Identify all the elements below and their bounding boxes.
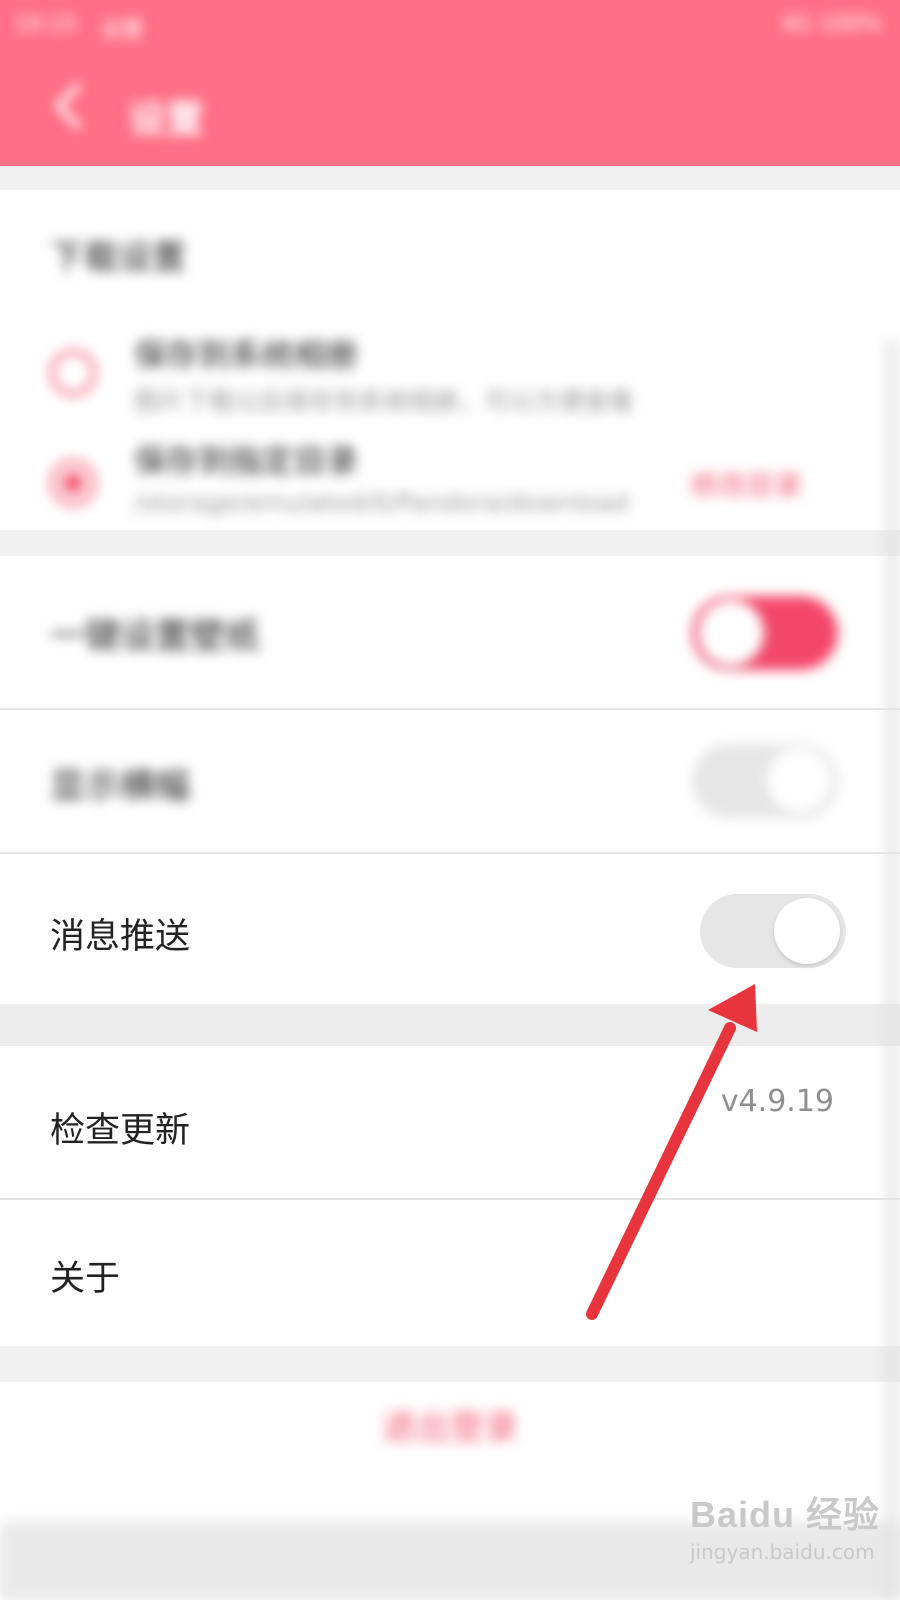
scrollbar[interactable] [884,340,900,1600]
one-click-wallpaper-toggle[interactable] [692,596,838,670]
row-check-update[interactable]: 检查更新 [0,1046,900,1198]
row-label: 消息推送 [50,917,191,957]
page-title: 设置 [128,97,205,141]
section-gap [0,1004,900,1046]
section-gap [0,530,900,556]
option-desc: 图片下载以后保存到系统相册，可以方便查看 [134,387,635,416]
row-label: 检查更新 [50,1111,191,1151]
option-title: 保存到系统相册 [134,336,359,374]
watermark-url: jingyan.baidu.com [690,1540,875,1564]
option-desc: /storage/emulated/0/Pandora/download [134,488,629,517]
row-show-banner[interactable]: 显示横幅 [0,710,900,850]
status-bar: 10:15 设置 4G 100% [0,0,900,48]
row-one-click-wallpaper[interactable]: 一键设置壁纸 [0,556,900,706]
row-label: 关于 [50,1259,121,1299]
download-section-title: 下载设置 [50,238,186,278]
logout-button[interactable]: 退出登录 [0,1400,900,1449]
app-bar: 设置 [0,48,900,166]
row-label: 显示横幅 [50,767,191,807]
row-push-notifications[interactable]: 消息推送 [0,854,900,1004]
row-about[interactable]: 关于 [0,1200,900,1346]
change-folder-button[interactable]: 修改目录 [690,464,802,504]
radio-gallery[interactable] [50,350,96,396]
toggle-knob [774,898,840,964]
status-carrier: 设置 [100,18,145,43]
toggle-knob [766,748,832,814]
row-label: 一键设置壁纸 [50,617,261,657]
back-button[interactable] [40,76,100,136]
watermark-brand: Baidu 经验 [690,1494,881,1535]
radio-folder[interactable] [50,460,96,506]
download-section: 下载设置 保存到系统相册 图片下载以后保存到系统相册，可以方便查看 保存到指定目… [0,190,900,530]
status-right: 4G 100% [781,12,882,37]
option-title: 保存到指定目录 [134,442,359,480]
push-notifications-toggle[interactable] [700,894,846,968]
section-gap [0,1346,900,1382]
chevron-left-icon [55,83,81,129]
version-label: v4.9.19 [720,1084,834,1119]
status-time: 10:15 [14,12,78,37]
baidu-watermark: Baidu 经验 jingyan.baidu.com [690,1486,880,1564]
toggle-knob [698,600,764,666]
show-banner-toggle[interactable] [692,744,838,818]
